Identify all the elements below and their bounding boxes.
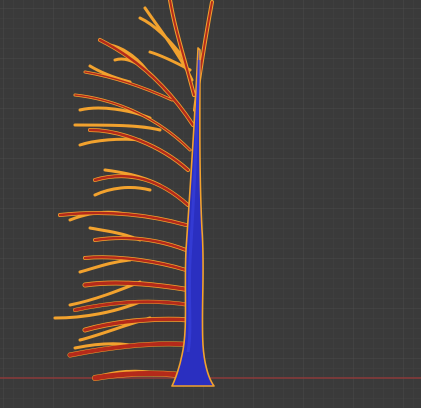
3d-viewport[interactable] (0, 0, 421, 408)
viewport-canvas[interactable] (0, 0, 421, 408)
grid-floor-major (0, 0, 421, 408)
